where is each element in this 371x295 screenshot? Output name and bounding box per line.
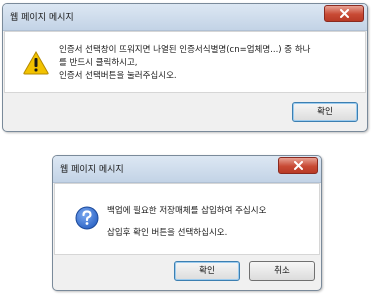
dialog-title: 웹 페이지 메시지 bbox=[10, 13, 74, 23]
dialog-titlebar[interactable]: 웹 페이지 메시지 bbox=[3, 4, 367, 31]
message-dialog-warning: 웹 페이지 메시지 인증서 선택창이 뜨워지면 나열된 인증서식별명(cn=업체… bbox=[2, 3, 368, 132]
close-button[interactable] bbox=[324, 5, 364, 22]
close-icon bbox=[294, 161, 303, 170]
message-line-2: 삽입후 확인 버튼을 선택하십시오. bbox=[107, 228, 228, 238]
cancel-button[interactable]: 취소 bbox=[249, 261, 315, 281]
ok-button[interactable]: 확인 bbox=[292, 102, 358, 122]
message-dialog-question: 웹 페이지 메시지 백업에 필요한 저장매체를 삽입하여 주십시오 삽입후 확인… bbox=[52, 155, 322, 291]
dialog-message-area: 백업에 필요한 저장매체를 삽입하여 주십시오 삽입후 확인 버튼을 선택하십시… bbox=[54, 183, 320, 255]
message-line-1: 인증서 선택창이 뜨워지면 나열된 인증서식별명(cn=업체명...) 중 하나 bbox=[59, 45, 311, 55]
close-button[interactable] bbox=[278, 157, 318, 174]
message-line-3: 인증서 선택버튼을 눌러주십시오. bbox=[59, 71, 177, 81]
close-icon bbox=[340, 9, 349, 18]
warning-icon bbox=[23, 51, 49, 75]
dialog-title: 웹 페이지 메시지 bbox=[60, 165, 124, 175]
dialog-titlebar[interactable]: 웹 페이지 메시지 bbox=[53, 156, 321, 183]
message-line-1: 백업에 필요한 저장매체를 삽입하여 주십시오 bbox=[107, 206, 267, 216]
question-icon bbox=[75, 206, 99, 230]
dialog-message-area: 인증서 선택창이 뜨워지면 나열된 인증서식별명(cn=업체명...) 중 하나… bbox=[4, 31, 366, 93]
ok-button[interactable]: 확인 bbox=[174, 261, 240, 281]
message-line-2: 를 반드시 클릭하시고, bbox=[59, 58, 138, 68]
